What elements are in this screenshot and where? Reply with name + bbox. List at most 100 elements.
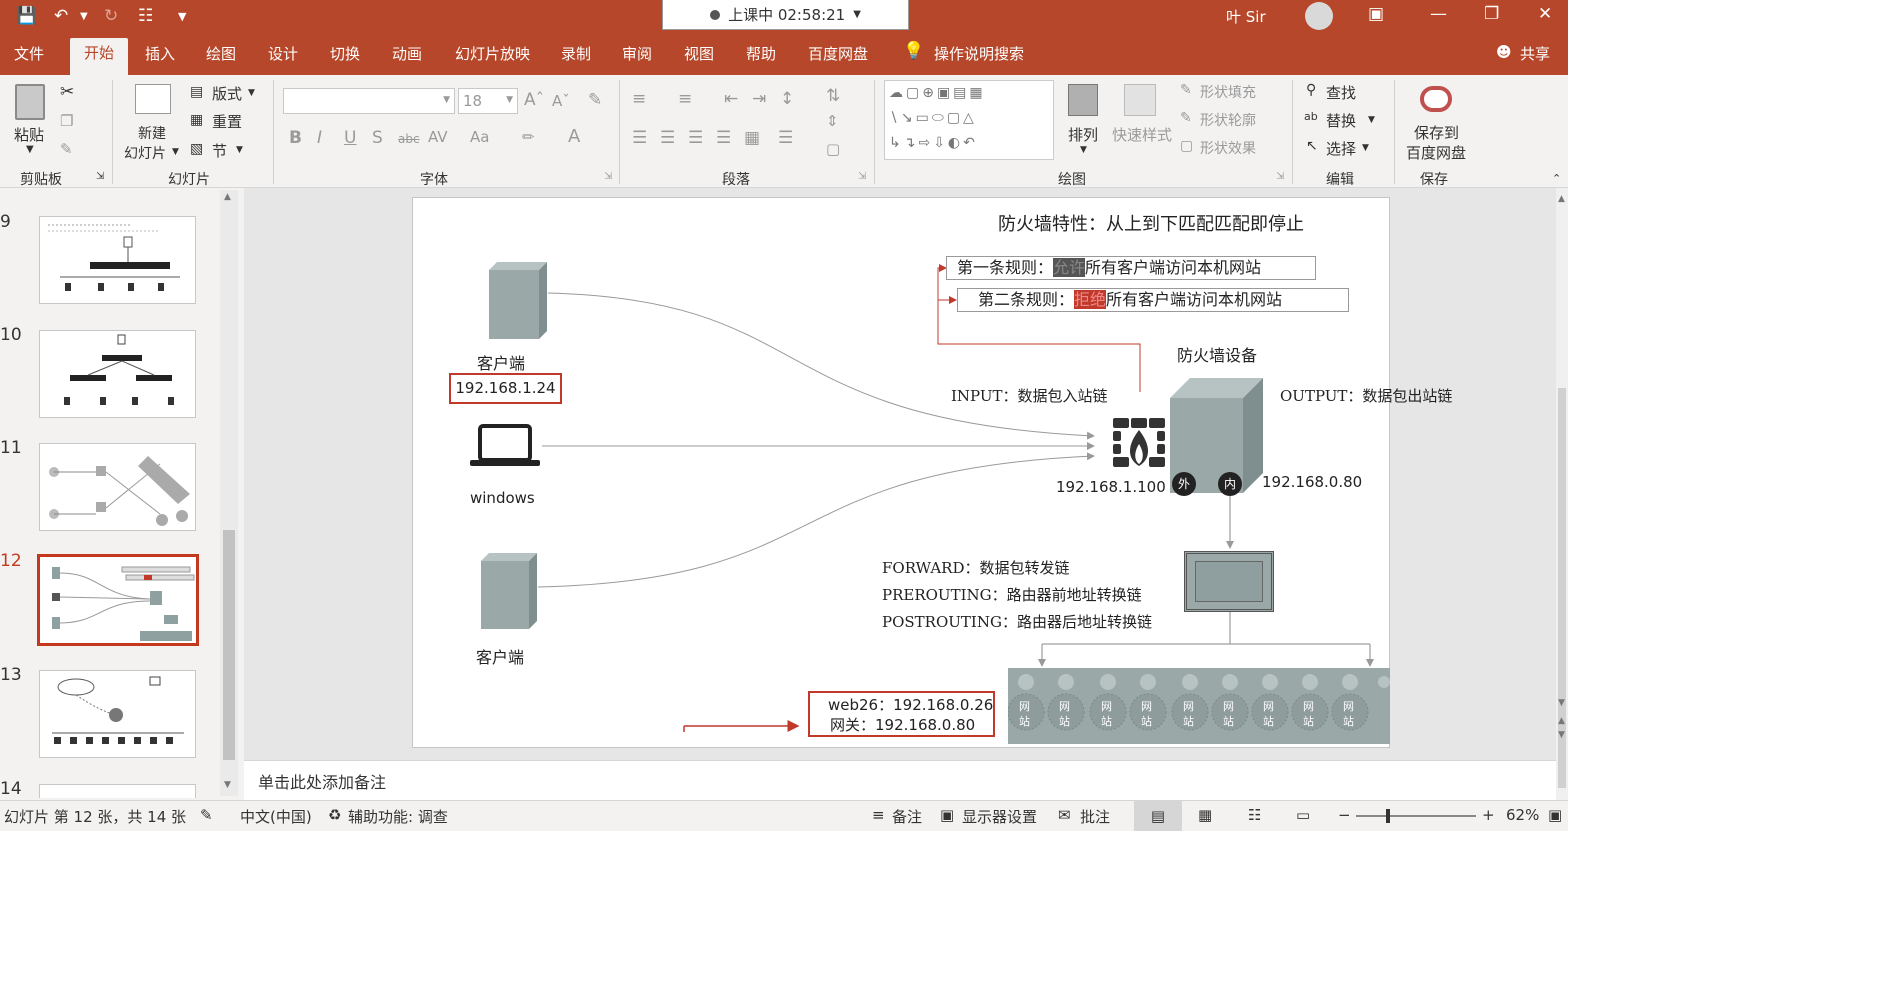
replace-button[interactable]: 替换	[1326, 110, 1356, 131]
tell-me-search[interactable]: 操作说明搜索	[934, 43, 1024, 64]
zoom-level[interactable]: 62%	[1506, 806, 1539, 824]
undo-dropdown-icon[interactable]: ▼	[80, 11, 88, 22]
avatar[interactable]	[1305, 2, 1333, 30]
clipboard-paste-icon[interactable]	[15, 84, 45, 120]
tab-file[interactable]: 文件	[14, 43, 44, 64]
client-top-label[interactable]: 客户端	[477, 350, 525, 374]
postrouting-chain-label[interactable]: POSTROUTING：路由器后地址转换链	[882, 611, 1152, 632]
fit-to-window-icon[interactable]: ▣	[1548, 806, 1562, 824]
scroll-thumb[interactable]	[1558, 388, 1566, 788]
next-slide-icon[interactable]: ▼	[1558, 730, 1565, 740]
outer-ip-label[interactable]: 192.168.1.100	[1056, 478, 1166, 496]
tab-insert[interactable]: 插入	[145, 43, 175, 64]
inner-ip-label[interactable]: 192.168.0.80	[1262, 473, 1362, 491]
slide-thumbnail[interactable]	[39, 784, 196, 798]
drawing-launcher-icon[interactable]: ⇲	[1276, 171, 1284, 182]
tab-baidu-disk[interactable]: 百度网盘	[808, 43, 868, 64]
paragraph-launcher-icon[interactable]: ⇲	[858, 171, 866, 182]
collapse-ribbon-icon[interactable]: ⌃	[1552, 172, 1561, 185]
paste-dropdown-icon[interactable]: ▼	[26, 144, 34, 155]
tab-view[interactable]: 视图	[684, 43, 714, 64]
notes-button[interactable]: 备注	[892, 806, 922, 827]
layout-button[interactable]: 版式	[212, 83, 242, 104]
slide-title[interactable]: 防火墙特性：从上到下匹配匹配即停止	[998, 210, 1304, 236]
arrange-button[interactable]: 排列	[1068, 124, 1098, 145]
normal-view-icon[interactable]: ▤	[1134, 801, 1182, 831]
slideshow-view-icon[interactable]: ▭	[1296, 806, 1310, 824]
forward-chain-label[interactable]: FORWARD：数据包转发链	[882, 557, 1070, 578]
tab-design[interactable]: 设计	[268, 43, 298, 64]
monitor-icon[interactable]	[1184, 551, 1274, 612]
rule-2-box[interactable]: 第二条规则：拒绝所有客户端访问本机网站	[957, 288, 1349, 312]
tab-slideshow[interactable]: 幻灯片放映	[455, 43, 530, 64]
notes-check-icon[interactable]: ✎	[200, 806, 213, 824]
find-button[interactable]: 查找	[1326, 82, 1356, 103]
undo-icon[interactable]: ↶	[54, 6, 68, 26]
font-name-combo[interactable]: ▼	[283, 88, 455, 114]
save-to-button[interactable]: 保存到	[1414, 122, 1459, 143]
reading-view-icon[interactable]: ☷	[1248, 806, 1261, 824]
accessibility-status[interactable]: 辅助功能: 调查	[348, 806, 448, 827]
scroll-up-icon[interactable]: ▲	[224, 192, 231, 202]
thumb-scrollbar[interactable]: ▲ ▼	[220, 190, 238, 796]
prev-slide-icon[interactable]: ▲	[1558, 716, 1565, 726]
baidu-disk-button[interactable]: 百度网盘	[1406, 142, 1466, 163]
slide-sorter-icon[interactable]: ▦	[1198, 806, 1212, 824]
tab-home[interactable]: 开始	[70, 38, 129, 75]
zoom-slider[interactable]	[1356, 809, 1476, 823]
server-icon[interactable]	[481, 553, 537, 629]
notes-pane[interactable]: 单击此处添加备注	[244, 760, 1556, 800]
customize-toolbar-icon[interactable]: ▼	[178, 10, 186, 23]
windows-label[interactable]: windows	[470, 489, 535, 507]
restore-icon[interactable]: ❐	[1484, 4, 1499, 24]
client-ip-box[interactable]: 192.168.1.24	[449, 373, 562, 404]
outer-port-badge[interactable]: 外	[1172, 472, 1196, 496]
save-icon[interactable]: 💾	[16, 6, 37, 26]
slide-thumbnail[interactable]	[39, 216, 196, 304]
tab-transitions[interactable]: 切换	[330, 43, 360, 64]
scroll-down-icon[interactable]: ▼	[224, 780, 231, 790]
minimize-icon[interactable]: —	[1430, 4, 1447, 24]
zoom-slider-thumb[interactable]	[1386, 809, 1390, 823]
tab-record[interactable]: 录制	[561, 43, 591, 64]
scroll-down-icon[interactable]: ▼	[1558, 698, 1565, 708]
zoom-in-icon[interactable]: +	[1482, 806, 1495, 824]
laptop-icon[interactable]	[470, 424, 540, 468]
rule-1-box[interactable]: 第一条规则：允许所有客户端访问本机网站	[946, 256, 1316, 280]
ribbon-display-icon[interactable]: ▣	[1368, 4, 1384, 24]
font-size-combo[interactable]: 18 ▼	[458, 88, 518, 114]
baidu-disk-icon[interactable]	[1420, 86, 1452, 112]
scroll-up-icon[interactable]: ▲	[1558, 194, 1565, 204]
slide-thumbnail[interactable]	[39, 670, 196, 758]
slide-thumbnail[interactable]	[39, 330, 196, 418]
new-slide-icon[interactable]	[135, 84, 171, 114]
slide-thumbnail-selected[interactable]	[37, 554, 199, 646]
reset-button[interactable]: 重置	[212, 111, 242, 132]
tab-draw[interactable]: 绘图	[206, 43, 236, 64]
tab-review[interactable]: 审阅	[622, 43, 652, 64]
client-bottom-label[interactable]: 客户端	[476, 644, 524, 668]
language-status[interactable]: 中文(中国)	[240, 806, 312, 827]
font-launcher-icon[interactable]: ⇲	[604, 171, 612, 182]
zoom-out-icon[interactable]: −	[1338, 806, 1351, 824]
slide-thumbnail[interactable]	[39, 443, 196, 531]
comments-button[interactable]: 批注	[1080, 806, 1110, 827]
slide-counter[interactable]: 幻灯片 第 12 张，共 14 张	[4, 806, 186, 827]
select-button[interactable]: 选择	[1326, 138, 1356, 159]
user-name[interactable]: 叶 Sir	[1226, 6, 1266, 27]
section-button[interactable]: 节	[212, 140, 227, 161]
editor-scrollbar[interactable]: ▲ ▼ ▲ ▼	[1556, 188, 1568, 800]
tab-help[interactable]: 帮助	[746, 43, 776, 64]
input-chain-label[interactable]: INPUT：数据包入站链	[951, 385, 1108, 406]
clipboard-launcher-icon[interactable]: ⇲	[96, 171, 104, 182]
arrange-icon[interactable]	[1068, 84, 1098, 116]
scroll-thumb[interactable]	[223, 530, 235, 760]
present-icon[interactable]: ☷	[138, 6, 153, 26]
class-timer[interactable]: 上课中 02:58:21 ▼	[662, 0, 909, 30]
new-slide-button[interactable]: 新建	[138, 123, 166, 143]
firewall-device-label[interactable]: 防火墙设备	[1177, 342, 1257, 366]
paste-button[interactable]: 粘贴	[14, 124, 44, 145]
new-slide-label[interactable]: 幻灯片	[124, 143, 166, 163]
share-button[interactable]: 共享	[1520, 43, 1550, 64]
shapes-gallery[interactable]: ☁▢⊕▣▤▦ ∖↘▭⬭▢△ ↳↴⇨⇩◐↶	[884, 80, 1054, 160]
